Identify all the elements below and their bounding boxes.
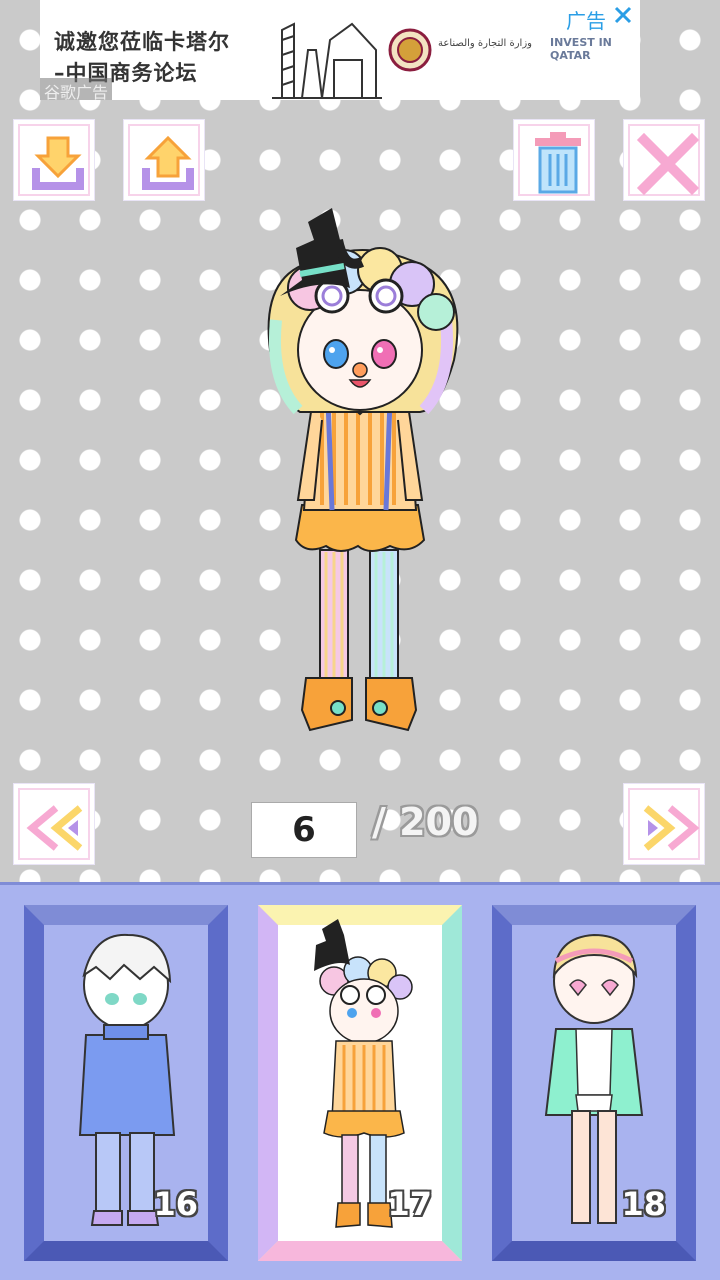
upload-icon	[142, 135, 194, 190]
upload-button[interactable]	[124, 120, 204, 200]
trash-icon	[535, 132, 581, 194]
download-button[interactable]	[14, 120, 94, 200]
page-number-input[interactable]: 6	[251, 802, 357, 858]
character-slot-selected[interactable]: 17	[258, 905, 462, 1261]
next-button[interactable]	[624, 784, 704, 864]
close-x-icon	[636, 132, 700, 196]
delete-button[interactable]	[514, 120, 594, 200]
prev-button[interactable]	[14, 784, 94, 864]
double-chevron-right-icon	[643, 805, 700, 851]
character-slot[interactable]: 16	[24, 905, 228, 1261]
building-illustration	[272, 22, 382, 99]
ad-arabic-text: وزارة التجارة والصناعة	[438, 38, 532, 49]
download-icon	[32, 136, 84, 190]
ad-source-label: 谷歌广告	[40, 78, 113, 100]
ministry-seal-icon	[388, 28, 432, 72]
page-total: / 200	[372, 800, 479, 844]
character-preview	[267, 208, 459, 732]
ad-tag: 广告	[566, 9, 606, 33]
ad-close-icon[interactable]	[612, 4, 634, 26]
slot-number: 18	[621, 1185, 666, 1223]
character-slot[interactable]: 18	[492, 905, 696, 1261]
ad-headline-1: 诚邀您莅临卡塔尔	[54, 30, 230, 54]
double-chevron-left-icon	[26, 805, 83, 851]
slot-number: 17	[387, 1185, 432, 1223]
ad-banner[interactable]: 诚邀您莅临卡塔尔 –中国商务论坛 وزارة التجارة والصناعة …	[40, 0, 640, 100]
character-slot-panel: 16 17 18	[0, 882, 720, 1280]
slot-number: 16	[153, 1185, 198, 1223]
close-button[interactable]	[624, 120, 704, 200]
ad-invest-logo: INVEST IN QATAR	[550, 36, 612, 62]
